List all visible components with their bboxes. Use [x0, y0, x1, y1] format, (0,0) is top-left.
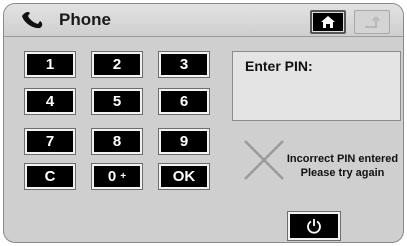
title-bar: Phone — [4, 4, 403, 37]
key-7[interactable]: 7 — [24, 128, 76, 155]
key-label: 9 — [179, 133, 189, 150]
key-label: C — [44, 168, 56, 185]
key-5[interactable]: 5 — [91, 88, 143, 115]
key-label: 7 — [45, 133, 55, 150]
status-line-2: Please try again — [300, 167, 385, 179]
pin-entry-box[interactable]: Enter PIN: — [232, 51, 401, 121]
power-icon — [307, 219, 321, 234]
home-icon — [321, 16, 335, 28]
key-2[interactable]: 2 — [91, 51, 143, 78]
key-clear[interactable]: C — [24, 163, 76, 190]
key-label: 1 — [45, 56, 55, 73]
key-label: 5 — [112, 93, 122, 110]
power-button[interactable] — [287, 211, 341, 241]
phone-screen: Phone 1 2 3 4 5 6 7 8 9 C 0 + OK Enter P… — [3, 3, 404, 243]
key-9[interactable]: 9 — [158, 128, 210, 155]
key-8[interactable]: 8 — [91, 128, 143, 155]
key-sublabel: + — [120, 171, 127, 182]
status-line-1: Incorrect PIN entered — [286, 153, 399, 165]
handset-icon — [22, 12, 43, 29]
key-3[interactable]: 3 — [158, 51, 210, 78]
key-label: 0 — [107, 168, 117, 185]
key-label: 8 — [112, 133, 122, 150]
key-6[interactable]: 6 — [158, 88, 210, 115]
key-label: 2 — [112, 56, 122, 73]
key-4[interactable]: 4 — [24, 88, 76, 115]
back-arrow-icon — [365, 16, 380, 28]
key-ok[interactable]: OK — [158, 163, 210, 190]
home-button[interactable] — [310, 10, 346, 34]
key-label: 4 — [45, 93, 55, 110]
page-title: Phone — [59, 10, 111, 29]
key-label: OK — [172, 168, 196, 185]
pin-label: Enter PIN: — [245, 58, 313, 74]
key-label: 3 — [179, 56, 189, 73]
key-1[interactable]: 1 — [24, 51, 76, 78]
back-button[interactable] — [354, 10, 390, 34]
key-0[interactable]: 0 + — [91, 163, 143, 190]
status-message: Incorrect PIN entered Please try again — [276, 152, 403, 180]
key-label: 6 — [179, 93, 189, 110]
